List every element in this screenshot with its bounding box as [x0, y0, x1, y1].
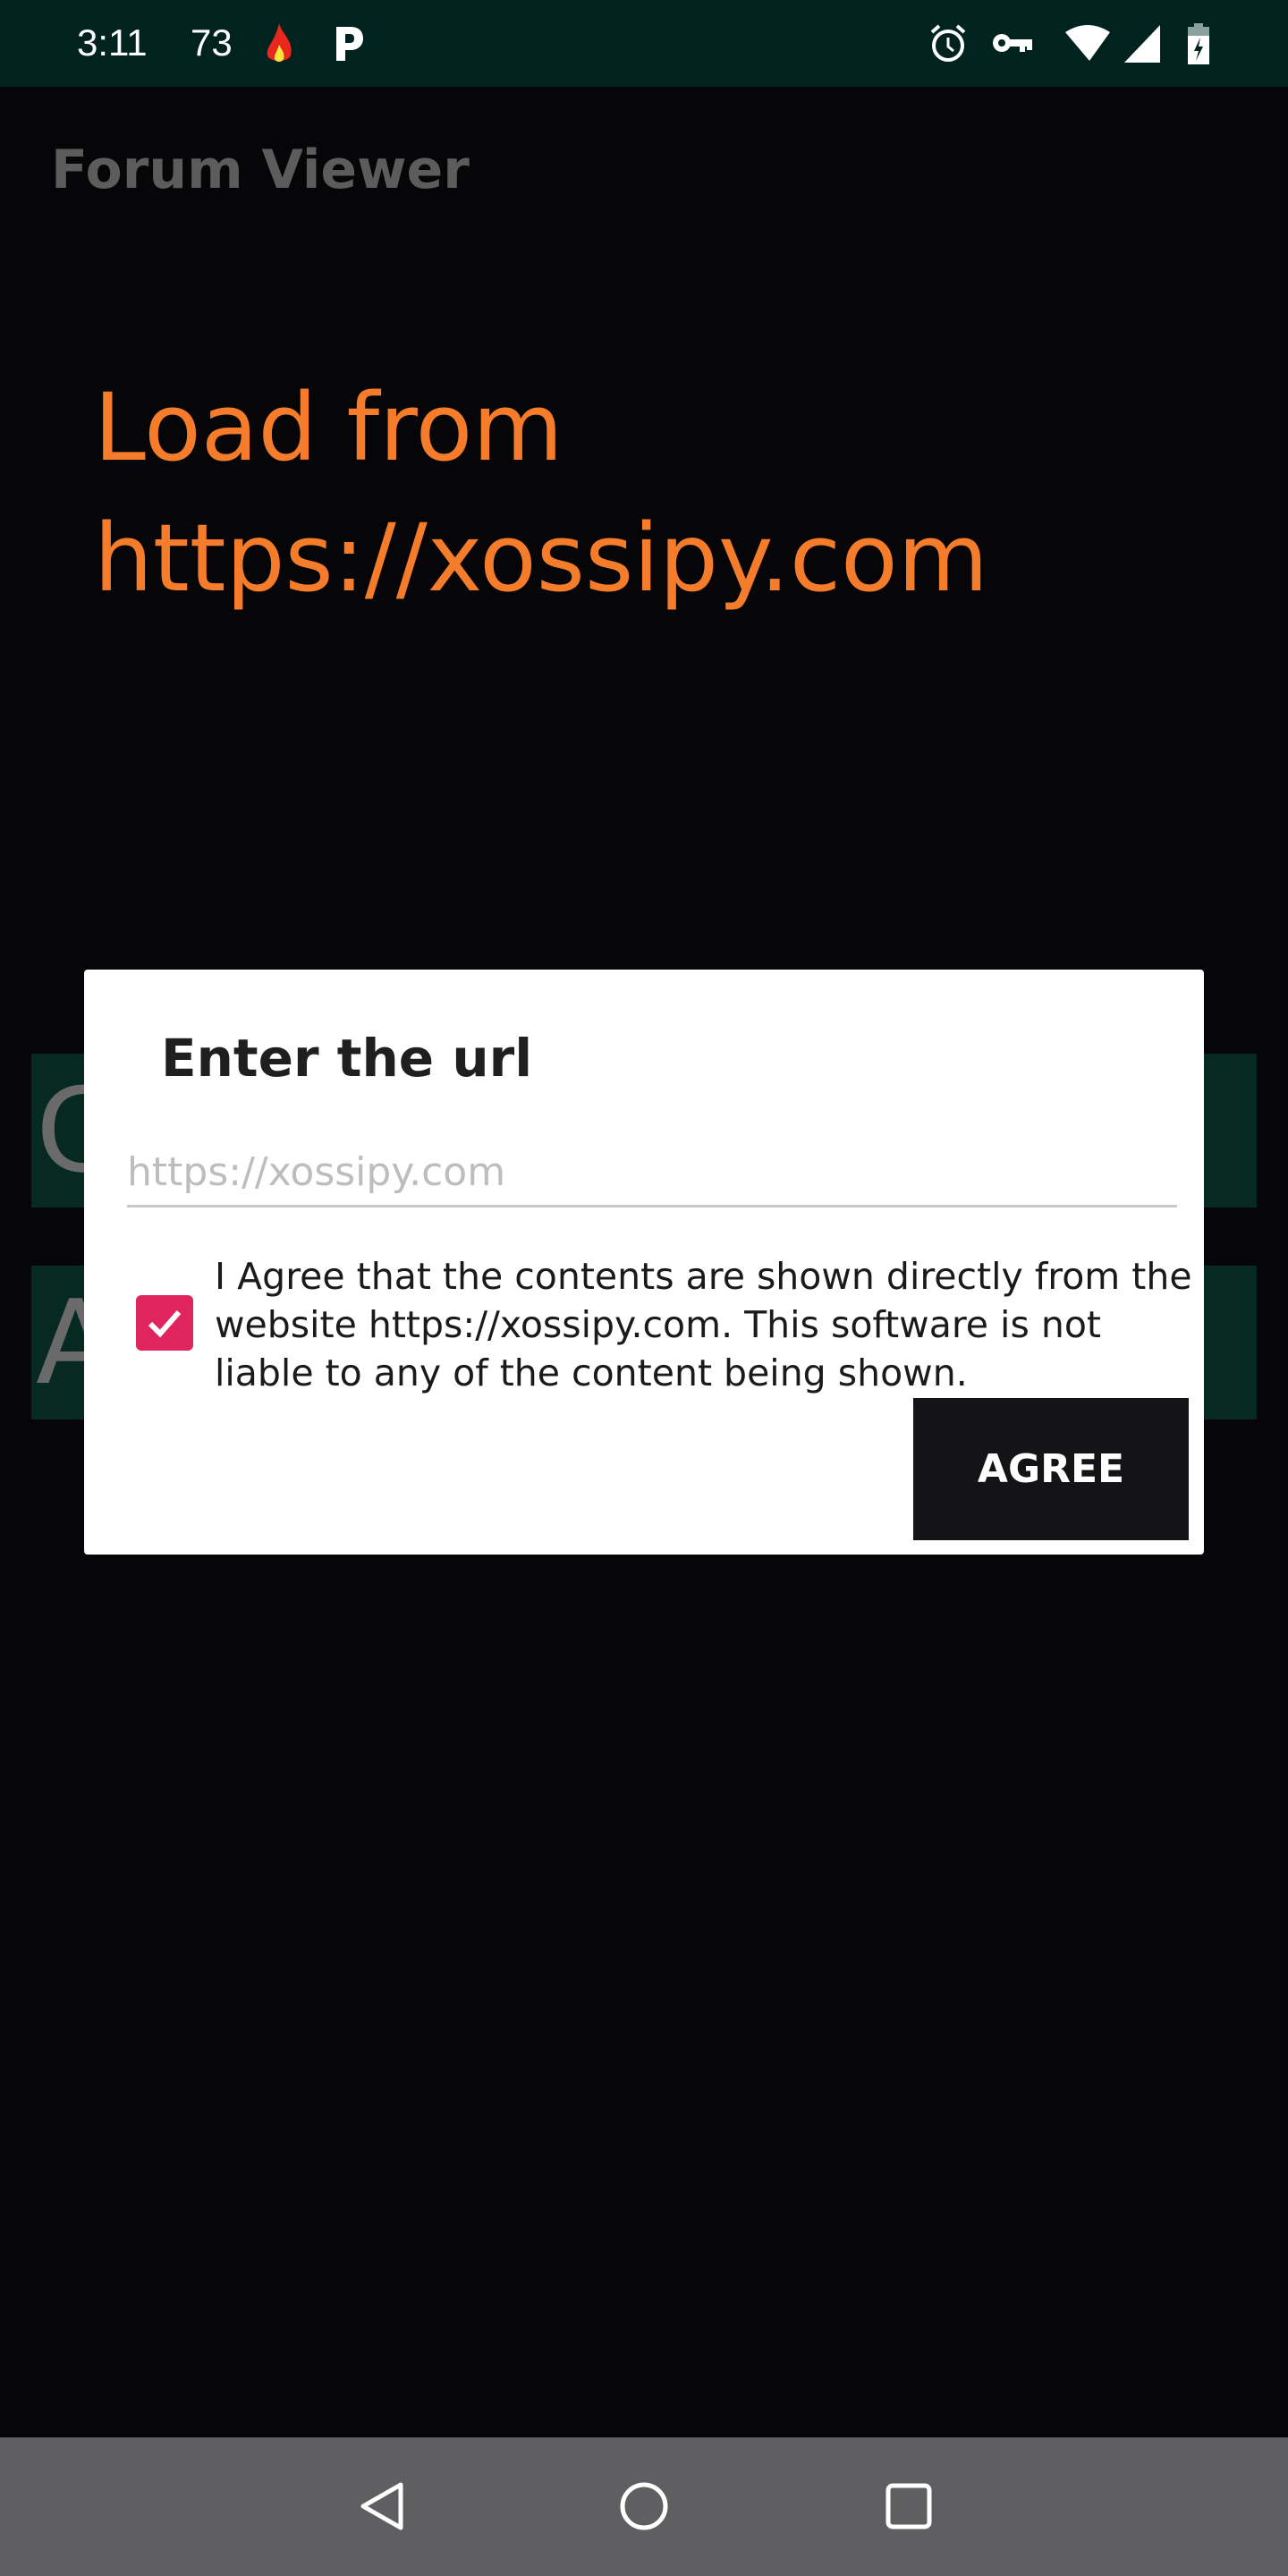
- flame-icon: [267, 23, 292, 62]
- agree-button[interactable]: AGREE: [913, 1398, 1189, 1540]
- agree-checkbox[interactable]: [136, 1295, 193, 1351]
- battery-charging-icon: [1188, 23, 1209, 64]
- recents-icon[interactable]: [883, 2479, 935, 2533]
- signal-icon: [1124, 25, 1160, 63]
- back-icon[interactable]: [356, 2479, 408, 2533]
- vpn-key-icon: [993, 34, 1032, 52]
- status-time: 3:11: [77, 21, 148, 64]
- app-title: Forum Viewer: [51, 139, 470, 201]
- agreement-text: I Agree that the contents are shown dire…: [215, 1255, 1192, 1394]
- url-dialog: Enter the url I Agree that the contents …: [84, 970, 1204, 1555]
- alarm-icon: [930, 24, 966, 62]
- load-url: https://xossipy.com: [94, 504, 988, 613]
- status-bar: 3:11 73: [0, 0, 1288, 87]
- status-temperature: 73: [191, 21, 233, 64]
- url-input[interactable]: [127, 1140, 1177, 1208]
- navigation-bar: [0, 2437, 1288, 2576]
- checkmark-icon: [148, 1310, 182, 1338]
- home-icon[interactable]: [617, 2479, 671, 2533]
- load-message: Load from https://xossipy.com: [94, 362, 988, 623]
- wifi-icon: [1065, 25, 1110, 61]
- dialog-title: Enter the url: [161, 1028, 533, 1089]
- load-line-1: Load from: [94, 373, 564, 482]
- p-app-icon: [336, 27, 363, 61]
